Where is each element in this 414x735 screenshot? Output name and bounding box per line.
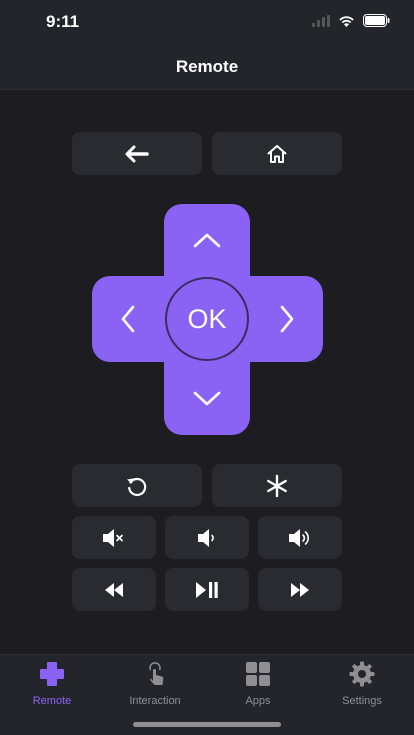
volume-mute-icon [103, 528, 123, 547]
play-pause-button[interactable] [165, 568, 249, 611]
tab-apps[interactable]: Apps [218, 661, 298, 707]
home-icon [267, 144, 287, 163]
tab-interaction-label: Interaction [129, 695, 181, 707]
wifi-icon [339, 15, 354, 27]
play-pause-icon [196, 581, 218, 598]
asterisk-icon [267, 474, 287, 497]
signal-icon [312, 14, 330, 27]
chevron-up-icon [193, 233, 221, 248]
rewind-button[interactable] [72, 568, 156, 611]
tab-remote[interactable]: Remote [12, 661, 92, 707]
tab-interaction[interactable]: Interaction [115, 661, 195, 707]
home-indicator [133, 722, 281, 727]
grid-icon [246, 662, 270, 686]
status-icons [312, 14, 390, 27]
volume-up-icon [289, 528, 310, 547]
replay-icon [127, 477, 147, 496]
fast-forward-button[interactable] [258, 568, 342, 611]
up-button[interactable] [164, 204, 250, 276]
chevron-right-icon [280, 305, 294, 333]
tab-settings-label: Settings [342, 695, 382, 707]
tab-remote-label: Remote [32, 695, 72, 707]
left-button[interactable] [92, 276, 164, 362]
volume-up-button[interactable] [258, 516, 342, 559]
volume-down-icon [198, 528, 214, 547]
navigation-bar: Remote [0, 44, 414, 90]
touch-icon [149, 662, 164, 685]
plus-cross-icon [40, 662, 64, 686]
home-button[interactable] [212, 132, 342, 175]
fast-forward-icon [291, 582, 309, 597]
gear-icon [349, 661, 375, 687]
down-button[interactable] [164, 363, 250, 435]
rewind-icon [105, 582, 123, 597]
status-bar: 9:11 [0, 0, 414, 44]
page-title: Remote [175, 57, 239, 76]
chevron-down-icon [193, 391, 221, 406]
battery-icon [363, 14, 390, 27]
back-button[interactable] [72, 132, 202, 175]
tab-apps-label: Apps [245, 695, 271, 707]
tab-settings[interactable]: Settings [322, 661, 402, 707]
back-arrow-icon [125, 145, 149, 162]
options-button[interactable] [212, 464, 342, 507]
mute-button[interactable] [72, 516, 156, 559]
dpad: OK [92, 204, 323, 435]
volume-down-button[interactable] [165, 516, 249, 559]
replay-button[interactable] [72, 464, 202, 507]
ok-button[interactable]: OK [165, 277, 249, 361]
chevron-left-icon [121, 305, 135, 333]
status-time: 9:11 [46, 12, 80, 31]
right-button[interactable] [251, 276, 323, 362]
